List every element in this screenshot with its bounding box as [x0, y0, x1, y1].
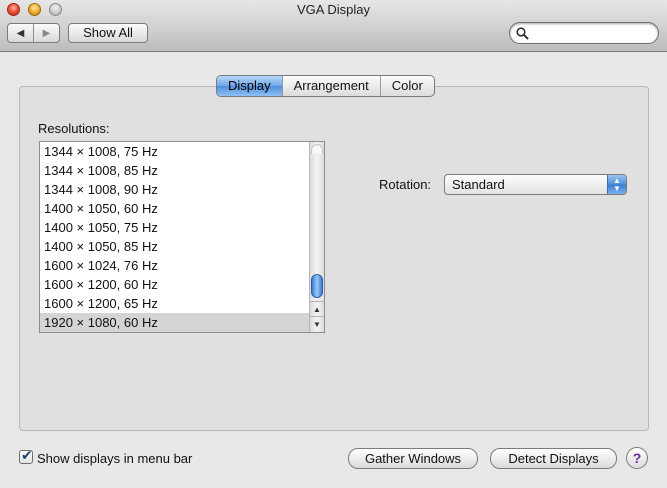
detect-displays-button[interactable]: Detect Displays [490, 448, 617, 469]
tab-arrangement[interactable]: Arrangement [283, 76, 381, 96]
back-arrow-icon: ◀ [16, 27, 25, 39]
list-item[interactable]: 1344 × 1008, 85 Hz [40, 161, 309, 180]
resolutions-list[interactable]: 1344 × 1008, 75 Hz 1344 × 1008, 85 Hz 13… [39, 141, 325, 333]
list-item[interactable]: 1600 × 1200, 60 Hz [40, 275, 309, 294]
popup-arrows-icon: ▲ ▼ [607, 175, 626, 194]
forward-button[interactable]: ▶ [34, 24, 59, 42]
search-icon [516, 27, 529, 40]
scroll-track-cap [311, 144, 323, 154]
back-button[interactable]: ◀ [8, 24, 34, 42]
checkmark-icon: ✔ [21, 447, 33, 463]
list-item[interactable]: 1344 × 1008, 75 Hz [40, 142, 309, 161]
forward-arrow-icon: ▶ [42, 27, 51, 39]
tab-bar: Display Arrangement Color [216, 75, 435, 97]
show-displays-checkbox[interactable]: ✔ [19, 447, 33, 464]
resolutions-scrollbar[interactable]: ▲ ▼ [309, 142, 324, 332]
scroll-thumb[interactable] [311, 274, 323, 298]
list-item[interactable]: 1400 × 1050, 85 Hz [40, 237, 309, 256]
list-item-selected[interactable]: 1920 × 1080, 60 Hz [40, 313, 309, 332]
tab-color[interactable]: Color [381, 76, 434, 96]
list-item[interactable]: 1600 × 1200, 65 Hz [40, 294, 309, 313]
search-input[interactable] [509, 22, 659, 44]
tab-display[interactable]: Display [217, 76, 283, 96]
rotation-value: Standard [452, 177, 505, 192]
show-all-button[interactable]: Show All [68, 23, 148, 43]
help-button[interactable]: ? [626, 447, 648, 469]
list-item[interactable]: 1400 × 1050, 75 Hz [40, 218, 309, 237]
rotation-select[interactable]: Standard ▲ ▼ [444, 174, 627, 195]
rotation-label: Rotation: [379, 177, 432, 192]
window-title: VGA Display [297, 2, 370, 17]
gather-windows-button[interactable]: Gather Windows [348, 448, 478, 469]
list-item[interactable]: 1400 × 1050, 60 Hz [40, 199, 309, 218]
title-bar: VGA Display ◀ ▶ Show All [0, 0, 667, 52]
list-item[interactable]: 1344 × 1008, 90 Hz [40, 180, 309, 199]
list-item[interactable]: 1600 × 1024, 76 Hz [40, 256, 309, 275]
preferences-content: Display Arrangement Color Resolutions: 1… [0, 53, 667, 488]
navigation-control: ◀ ▶ [7, 23, 60, 43]
show-displays-label: Show displays in menu bar [37, 451, 193, 466]
display-panel: Resolutions: 1344 × 1008, 75 Hz 1344 × 1… [19, 86, 649, 431]
scroll-down-arrow-icon[interactable]: ▼ [310, 316, 324, 331]
scroll-up-arrow-icon[interactable]: ▲ [310, 301, 324, 316]
resolutions-label: Resolutions: [38, 121, 110, 136]
